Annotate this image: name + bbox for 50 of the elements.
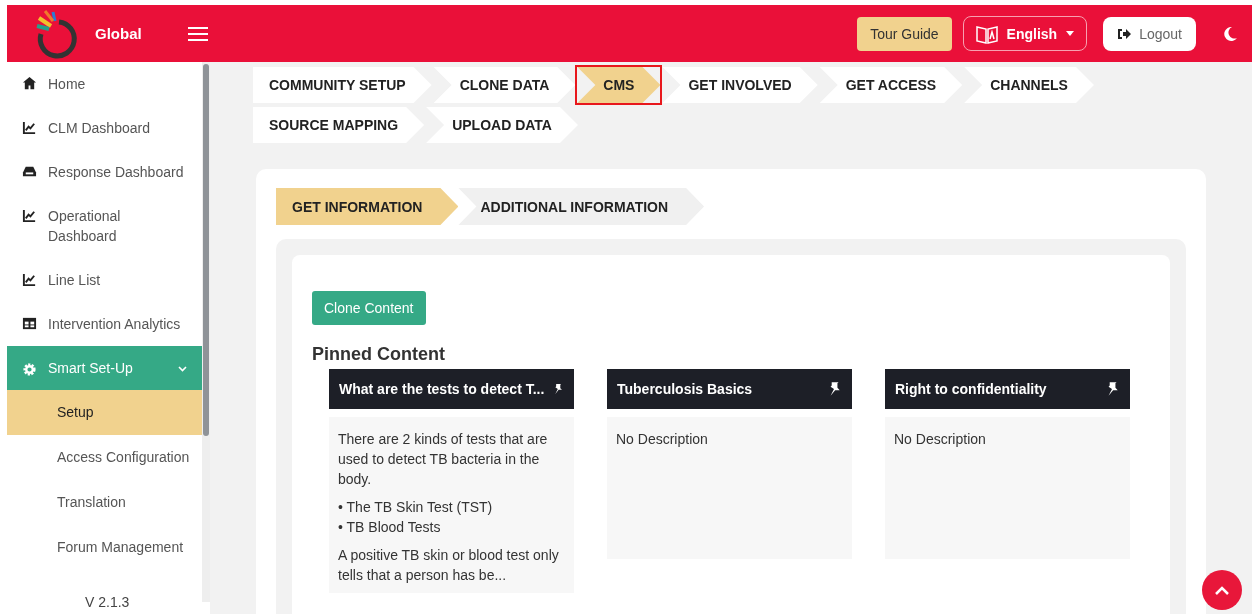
- card-text: There are 2 kinds of tests that are used to detect TB bacteria in the body.: [338, 430, 549, 489]
- bullet-item: • The TB Skin Test (TST): [338, 498, 494, 517]
- step-tab[interactable]: CHANNELS: [964, 67, 1094, 103]
- translate-icon: [975, 23, 998, 44]
- sidebar-subitem[interactable]: Translation: [7, 480, 202, 525]
- card-text: A positive TB skin or blood test only tells that a person has be...: [338, 546, 560, 585]
- sidebar-subitem[interactable]: Access Configuration: [7, 435, 202, 480]
- sidebar-item[interactable]: Intervention Analytics: [7, 302, 202, 346]
- chart-icon: [22, 272, 37, 287]
- step-tab[interactable]: CMS: [577, 67, 661, 103]
- step-tab[interactable]: CLONE DATA: [433, 67, 576, 103]
- home-icon: [22, 76, 37, 91]
- sidebar-item[interactable]: Response Dashboard: [7, 150, 202, 194]
- language-dropdown[interactable]: English: [962, 16, 1088, 51]
- step-tab[interactable]: SOURCE MAPPING: [253, 107, 425, 143]
- caret-icon: [1066, 31, 1075, 36]
- card-title: What are the tests to detect T...: [339, 381, 545, 397]
- step-tab[interactable]: GET INVOLVED: [662, 67, 818, 103]
- sidebar-item[interactable]: CLM Dashboard: [7, 106, 202, 150]
- scrollbar-thumb[interactable]: [203, 64, 209, 436]
- sidebar-item[interactable]: Home: [7, 62, 202, 106]
- card-title: Right to confidentiality: [895, 381, 1048, 397]
- version-label: V 2.1.3: [85, 594, 130, 610]
- sidebar-subitem[interactable]: Setup: [7, 390, 202, 435]
- menu-icon[interactable]: [187, 25, 208, 42]
- step-tab[interactable]: UPLOAD DATA: [426, 107, 578, 143]
- tour-guide-button[interactable]: Tour Guide: [857, 16, 952, 51]
- table-icon: [22, 316, 37, 331]
- sub-step-tab[interactable]: GET INFORMATION: [276, 188, 459, 225]
- logout-button[interactable]: Logout: [1103, 16, 1196, 51]
- chart-icon: [22, 208, 37, 223]
- bullet-item: • TB Blood Tests: [338, 518, 442, 537]
- step-tab[interactable]: GET ACCESS: [819, 67, 963, 103]
- sidebar-subitem[interactable]: Forum Management: [7, 525, 202, 570]
- chevron-up-icon: [1215, 585, 1229, 595]
- inbox-icon: [22, 164, 37, 179]
- sidebar-item[interactable]: Line List: [7, 258, 202, 302]
- card-title: Tuberculosis Basics: [617, 381, 754, 397]
- section-title: Pinned Content: [312, 344, 446, 365]
- scroll-top-button[interactable]: [1202, 570, 1242, 610]
- card-text: No Description: [616, 430, 709, 449]
- chart-icon: [22, 120, 37, 135]
- logout-icon: [1117, 27, 1132, 40]
- sidebar-item[interactable]: Operational Dashboard: [7, 194, 202, 258]
- brand-name: Global: [95, 25, 142, 42]
- sub-step-tab[interactable]: ADDITIONAL INFORMATION: [458, 188, 705, 225]
- step-tab[interactable]: COMMUNITY SETUP: [253, 67, 432, 103]
- moon-icon[interactable]: [1222, 25, 1238, 42]
- gear-icon: [22, 361, 37, 377]
- card-text: No Description: [894, 430, 987, 449]
